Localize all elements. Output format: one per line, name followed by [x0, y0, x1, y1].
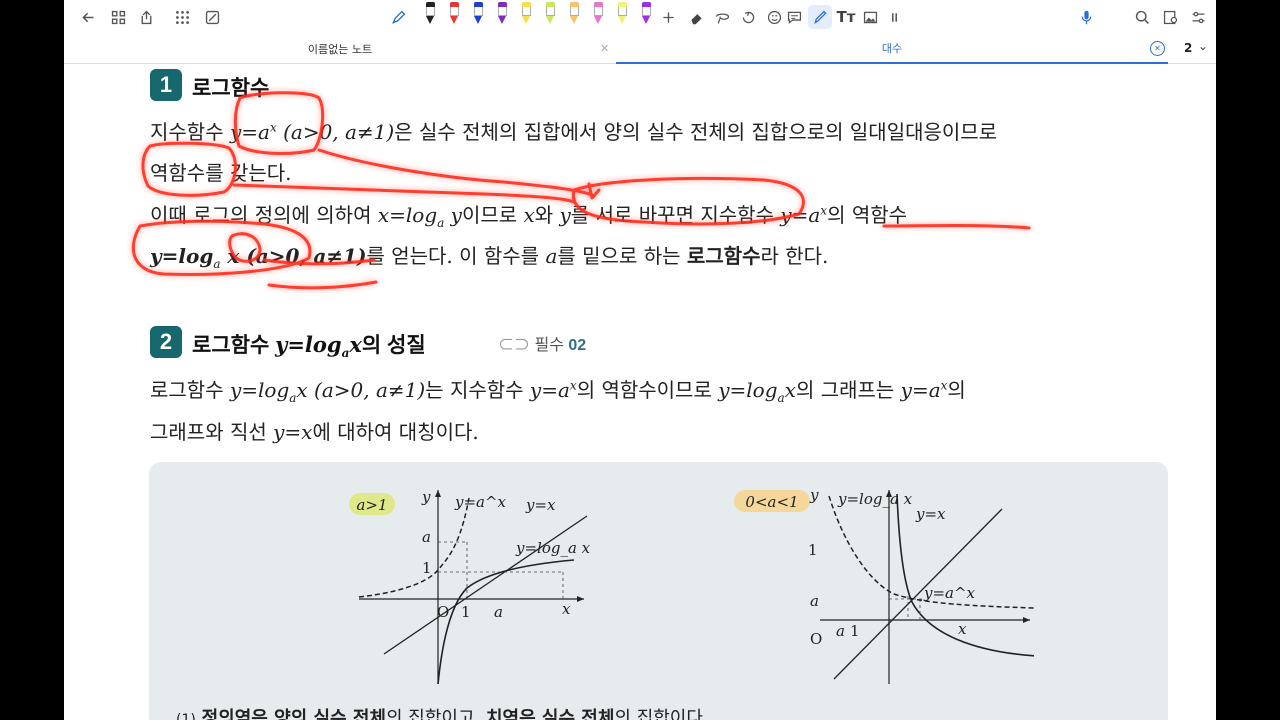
paragraph-line: y=loga x (a>0, a≠1)를 얻는다. 이 함수를 a를 밑으로 하…: [150, 244, 829, 271]
tab-bar: 이름없는 노트 ✕ 대수 ✕ 2 ⌄: [64, 34, 1216, 64]
comment-icon[interactable]: [782, 5, 806, 29]
section-number: 1: [150, 69, 182, 101]
link-icon: ⊂⊃: [498, 337, 531, 354]
paragraph-line: 이때 로그의 정의에 의하여 x=loga y이므로 x와 y를 서로 바꾸면 …: [150, 203, 908, 230]
section-title: 로그함수 y=logax의 성질: [192, 332, 426, 361]
close-tab-icon[interactable]: ✕: [600, 42, 609, 55]
tab-label: 대수: [881, 42, 903, 55]
note-app: Tт 이름없는 노트 ✕ 대수 ✕ 2 ⌄ 1 로그함수 지수함수 y=ax (…: [64, 0, 1216, 720]
shape-icon[interactable]: [736, 5, 760, 29]
paragraph-line: 로그함수 y=logax (a>0, a≠1)는 지수함수 y=ax의 역함수이…: [150, 378, 966, 405]
condition-badge-label: 0<a<1: [745, 493, 798, 511]
curve-logarithm: [437, 559, 575, 685]
settings-sliders-icon[interactable]: [1186, 5, 1210, 29]
laser-pointer-icon[interactable]: [808, 5, 832, 29]
pen-tool-icon[interactable]: [386, 5, 410, 29]
pen-preset-violet-icon[interactable]: [640, 2, 653, 26]
reference-link[interactable]: ⊂⊃ 필수 02: [498, 331, 586, 355]
image-insert-icon[interactable]: [858, 5, 882, 29]
graph-a-between-0-and-1: 0<a<1: [734, 490, 1034, 684]
page-settings-icon[interactable]: [1158, 5, 1182, 29]
close-tab-icon[interactable]: ✕: [1150, 41, 1165, 56]
curve-exponential: [828, 495, 1034, 609]
pen-preset-purple-icon[interactable]: [496, 2, 509, 26]
page-number[interactable]: 2: [1184, 41, 1192, 55]
highlighter-yellow-icon[interactable]: [520, 2, 533, 26]
pen-preset-black-icon[interactable]: [424, 2, 437, 26]
lasso-icon[interactable]: [710, 5, 734, 29]
export-icon[interactable]: [134, 5, 158, 29]
paragraph-line: 그래프와 직선 y=x에 대하여 대칭이다.: [150, 420, 479, 444]
grid-view-icon[interactable]: [106, 5, 130, 29]
back-icon[interactable]: [76, 5, 100, 29]
property-line: (1) 정의역은 양의 실수 전체의 집합이고, 치역은 실수 전체의 집합이다…: [176, 708, 709, 720]
curve-logarithm: [896, 493, 1034, 657]
toolbar: Tт: [64, 0, 1216, 34]
highlighter-orange-icon[interactable]: [568, 2, 581, 26]
x-arrow-icon: [1023, 617, 1030, 623]
y-arrow-icon: [435, 490, 441, 497]
x-arrow-icon: [577, 596, 584, 602]
image-edit-icon[interactable]: [200, 5, 224, 29]
graph-a-greater-than-1: a>1: [349, 490, 588, 685]
highlighter-lime-icon[interactable]: [544, 2, 557, 26]
y-arrow-icon: [886, 490, 892, 497]
add-pen-icon[interactable]: [656, 5, 680, 29]
text-tool-icon[interactable]: Tт: [834, 5, 858, 29]
more-tools-icon[interactable]: [882, 5, 906, 29]
tab-label: 이름없는 노트: [307, 43, 373, 56]
highlighter-pink-icon[interactable]: [592, 2, 605, 26]
tab-untitled-note[interactable]: 이름없는 노트: [64, 34, 616, 64]
chevron-down-icon[interactable]: ⌄: [1198, 39, 1208, 53]
apps-icon[interactable]: [170, 5, 194, 29]
pen-preset-red-icon[interactable]: [448, 2, 461, 26]
section-number: 2: [150, 326, 182, 358]
eraser-icon[interactable]: [684, 5, 708, 29]
line-y-equals-x: [833, 508, 1003, 680]
tab-algebra[interactable]: 대수: [616, 34, 1168, 64]
microphone-icon[interactable]: [1074, 5, 1098, 29]
search-icon[interactable]: [1130, 5, 1154, 29]
condition-badge-label: a>1: [356, 496, 387, 514]
pen-preset-blue-icon[interactable]: [472, 2, 485, 26]
highlighter-lightyellow-icon[interactable]: [616, 2, 629, 26]
paragraph-line: 지수함수 y=ax (a>0, a≠1)은 실수 전체의 집합에서 양의 실수 …: [150, 120, 998, 144]
paragraph-line: 역함수를 갖는다.: [150, 161, 292, 185]
section-title: 로그함수: [192, 77, 270, 100]
